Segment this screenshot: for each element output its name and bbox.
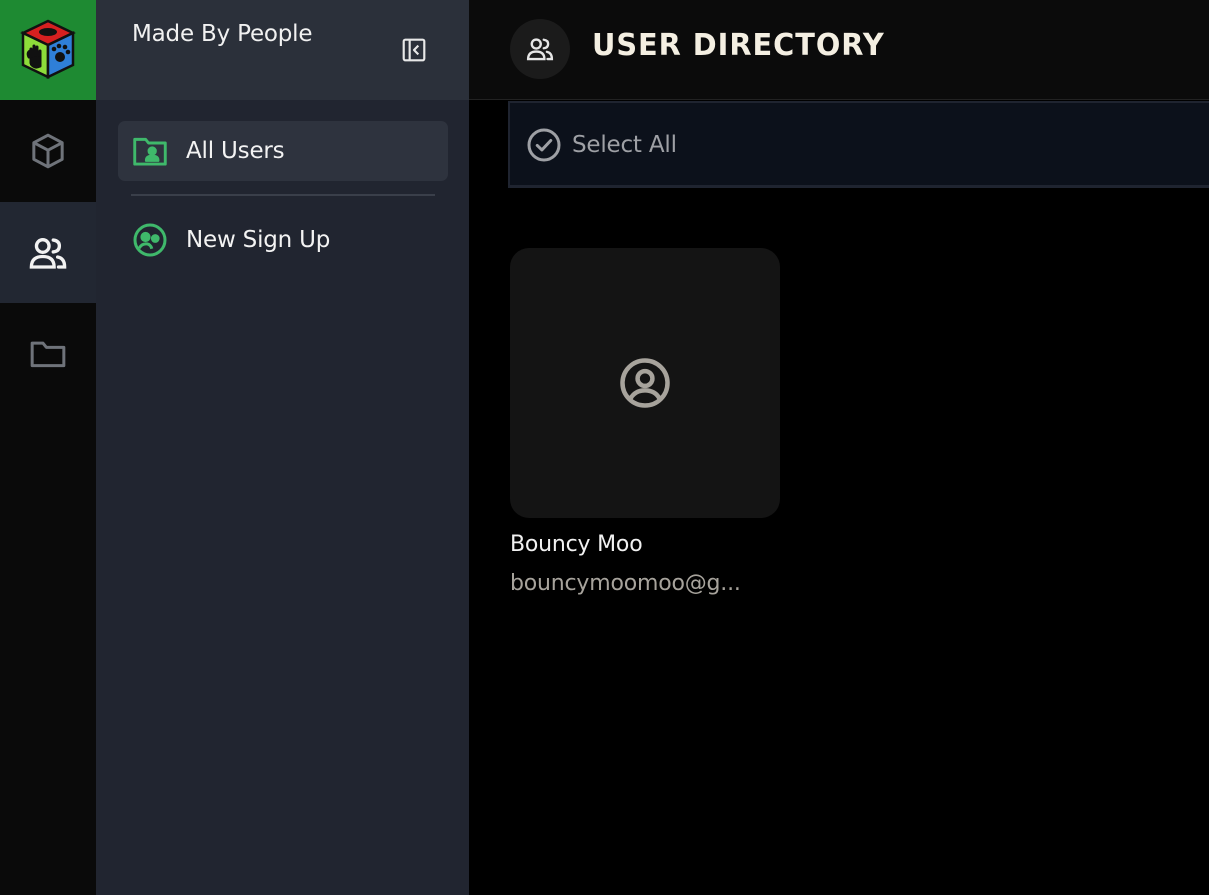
folder-icon [30,341,66,367]
app-logo-cube-icon [20,19,76,79]
user-card[interactable]: Bouncy Moo bouncymoomoo@g... [510,248,780,596]
user-circle-icon [620,358,670,408]
check-circle-icon [527,128,561,162]
sidebar-item-all-users[interactable]: All Users [118,121,448,181]
app-logo[interactable] [0,0,96,100]
page-header: User Directory [469,0,1209,100]
select-all-button[interactable]: Select All [526,127,677,163]
user-name: Bouncy Moo [510,532,643,557]
user-email: bouncymoomoo@g... [510,571,741,596]
user-group-circle-icon [132,222,168,258]
folder-user-icon [132,133,168,169]
rail-item-files[interactable] [0,303,96,404]
rail-item-objects[interactable] [0,100,96,201]
sidebar-header: Made By People [96,0,469,100]
select-all-label: Select All [572,132,677,158]
page-title: User Directory [592,28,885,63]
users-icon [29,237,67,269]
sidebar-item-label: All Users [186,138,285,164]
main-content: User Directory Select All Bouncy Moo bou… [469,0,1209,895]
page-icon [510,19,570,79]
sidebar-divider [131,194,435,196]
rail-item-users[interactable] [0,202,96,303]
user-avatar[interactable] [510,248,780,518]
selection-toolbar: Select All [508,101,1209,188]
sidebar-item-label: New Sign Up [186,227,331,253]
sidebar: Made By People All Users New Sign Up [96,0,469,895]
icon-rail [0,0,96,895]
cube-icon [32,133,64,168]
workspace-name: Made By People [132,21,313,47]
collapse-sidebar-button[interactable] [396,34,432,66]
collapse-sidebar-icon [402,38,426,62]
sidebar-item-new-sign-up[interactable]: New Sign Up [118,210,448,270]
users-icon [526,38,554,61]
